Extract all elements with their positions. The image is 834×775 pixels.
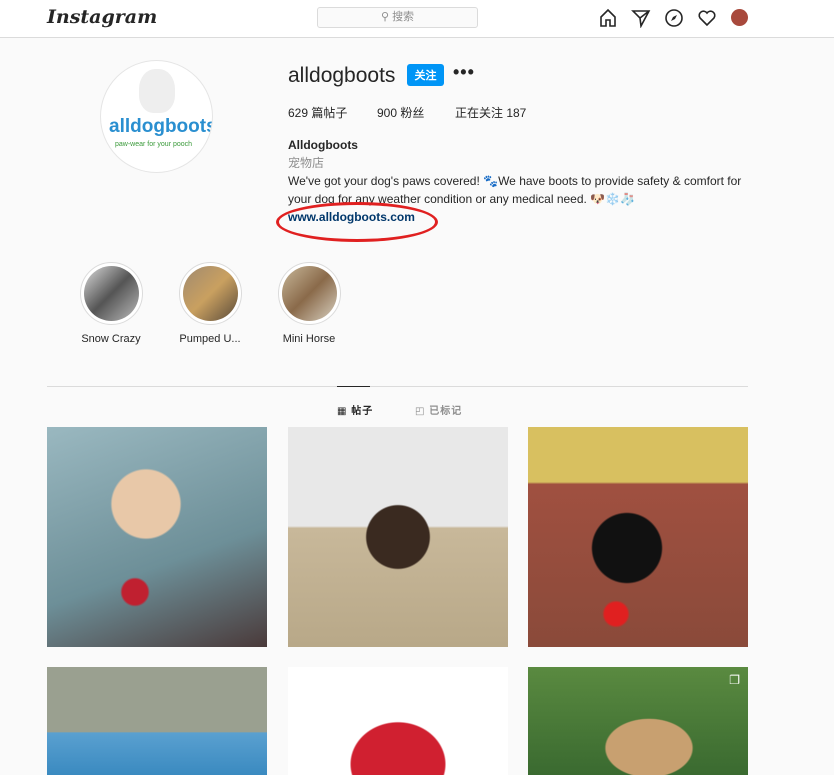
instagram-logo[interactable]: Instagram [47,6,157,28]
category: 宠物店 [288,156,325,170]
red-annotation-ellipse [276,202,438,242]
more-options-button[interactable]: ••• [453,62,475,83]
brand-tagline: paw-wear for your pooch [115,141,193,148]
direct-message-icon[interactable] [631,8,651,28]
top-nav: Instagram ⚲ 搜索 [0,0,834,38]
post-chihuahua-red-boots[interactable] [47,427,267,647]
post-black-dog-red-boots[interactable] [528,427,748,647]
dog-illustration [139,69,175,113]
home-icon[interactable] [598,8,618,28]
following-count[interactable]: 正在关注 187 [455,104,526,121]
explore-compass-icon[interactable] [664,8,684,28]
post-dog-by-pool[interactable] [47,667,267,775]
username: alldogboots [288,64,396,87]
profile-avatar[interactable] [731,9,748,26]
post-yorkie-party-hat[interactable]: ❐ [528,667,748,775]
brand-logo: alldogboots [109,116,213,137]
active-tab-indicator [337,386,370,387]
display-name: Alldogboots [288,138,358,152]
followers-count[interactable]: 900 粉丝 [377,104,424,121]
grid-icon: ▦ [337,406,352,417]
tab-posts[interactable]: ▦ 帖子 [337,402,373,417]
posts-count: 629 篇帖子 [288,106,348,120]
post-dog-in-pet-store[interactable] [288,427,508,647]
profile-picture: alldogboots paw-wear for your pooch [100,60,213,173]
post-red-star-sweater[interactable] [288,667,508,775]
tab-tagged[interactable]: ◰ 已标记 [415,402,462,417]
carousel-icon: ❐ [729,673,740,687]
follow-button[interactable]: 关注 [407,64,444,86]
highlight-mini-horse[interactable]: Mini Horse [259,262,359,345]
search-input[interactable]: ⚲ 搜索 [317,7,478,28]
highlight-pumped-up[interactable]: Pumped U... [160,262,260,345]
highlight-snow-crazy[interactable]: Snow Crazy [61,262,161,345]
heart-icon[interactable] [697,8,717,28]
divider [47,386,748,387]
search-icon: ⚲ [380,11,393,23]
tagged-icon: ◰ [415,406,430,417]
